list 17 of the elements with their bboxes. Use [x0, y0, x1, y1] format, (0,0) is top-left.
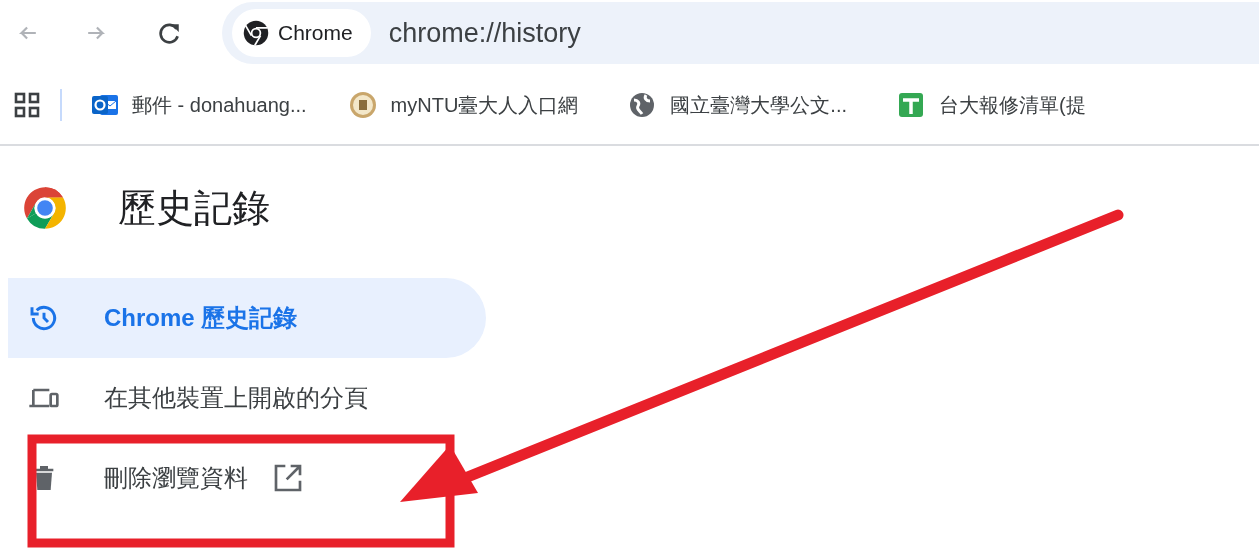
page-title: 歷史記錄 — [118, 185, 270, 231]
address-bar[interactable]: Chrome chrome://history — [222, 2, 1259, 64]
bookmark[interactable]: 郵件 - donahuang... — [90, 90, 307, 120]
apps-icon[interactable] — [14, 92, 40, 118]
seal-icon — [348, 91, 379, 119]
bookmark[interactable]: myNTU臺大人入口網 — [348, 90, 579, 120]
bookmark[interactable]: 台大報修清單(提 — [897, 90, 1086, 120]
reload-icon — [159, 23, 179, 44]
sidebar-item[interactable]: 刪除瀏覽資料 — [8, 438, 486, 518]
forward-arrow-icon — [87, 26, 105, 40]
sidebar-item[interactable]: Chrome 歷史記錄 — [8, 278, 486, 358]
back-arrow-icon — [19, 26, 37, 40]
site-chip[interactable]: Chrome — [232, 9, 371, 57]
url-text: chrome://history — [388, 16, 581, 50]
chrome-icon — [242, 19, 270, 47]
bookmark[interactable]: 國立臺灣大學公文... — [628, 90, 847, 120]
sidebar-item[interactable]: 在其他裝置上開啟的分頁 — [8, 358, 486, 438]
